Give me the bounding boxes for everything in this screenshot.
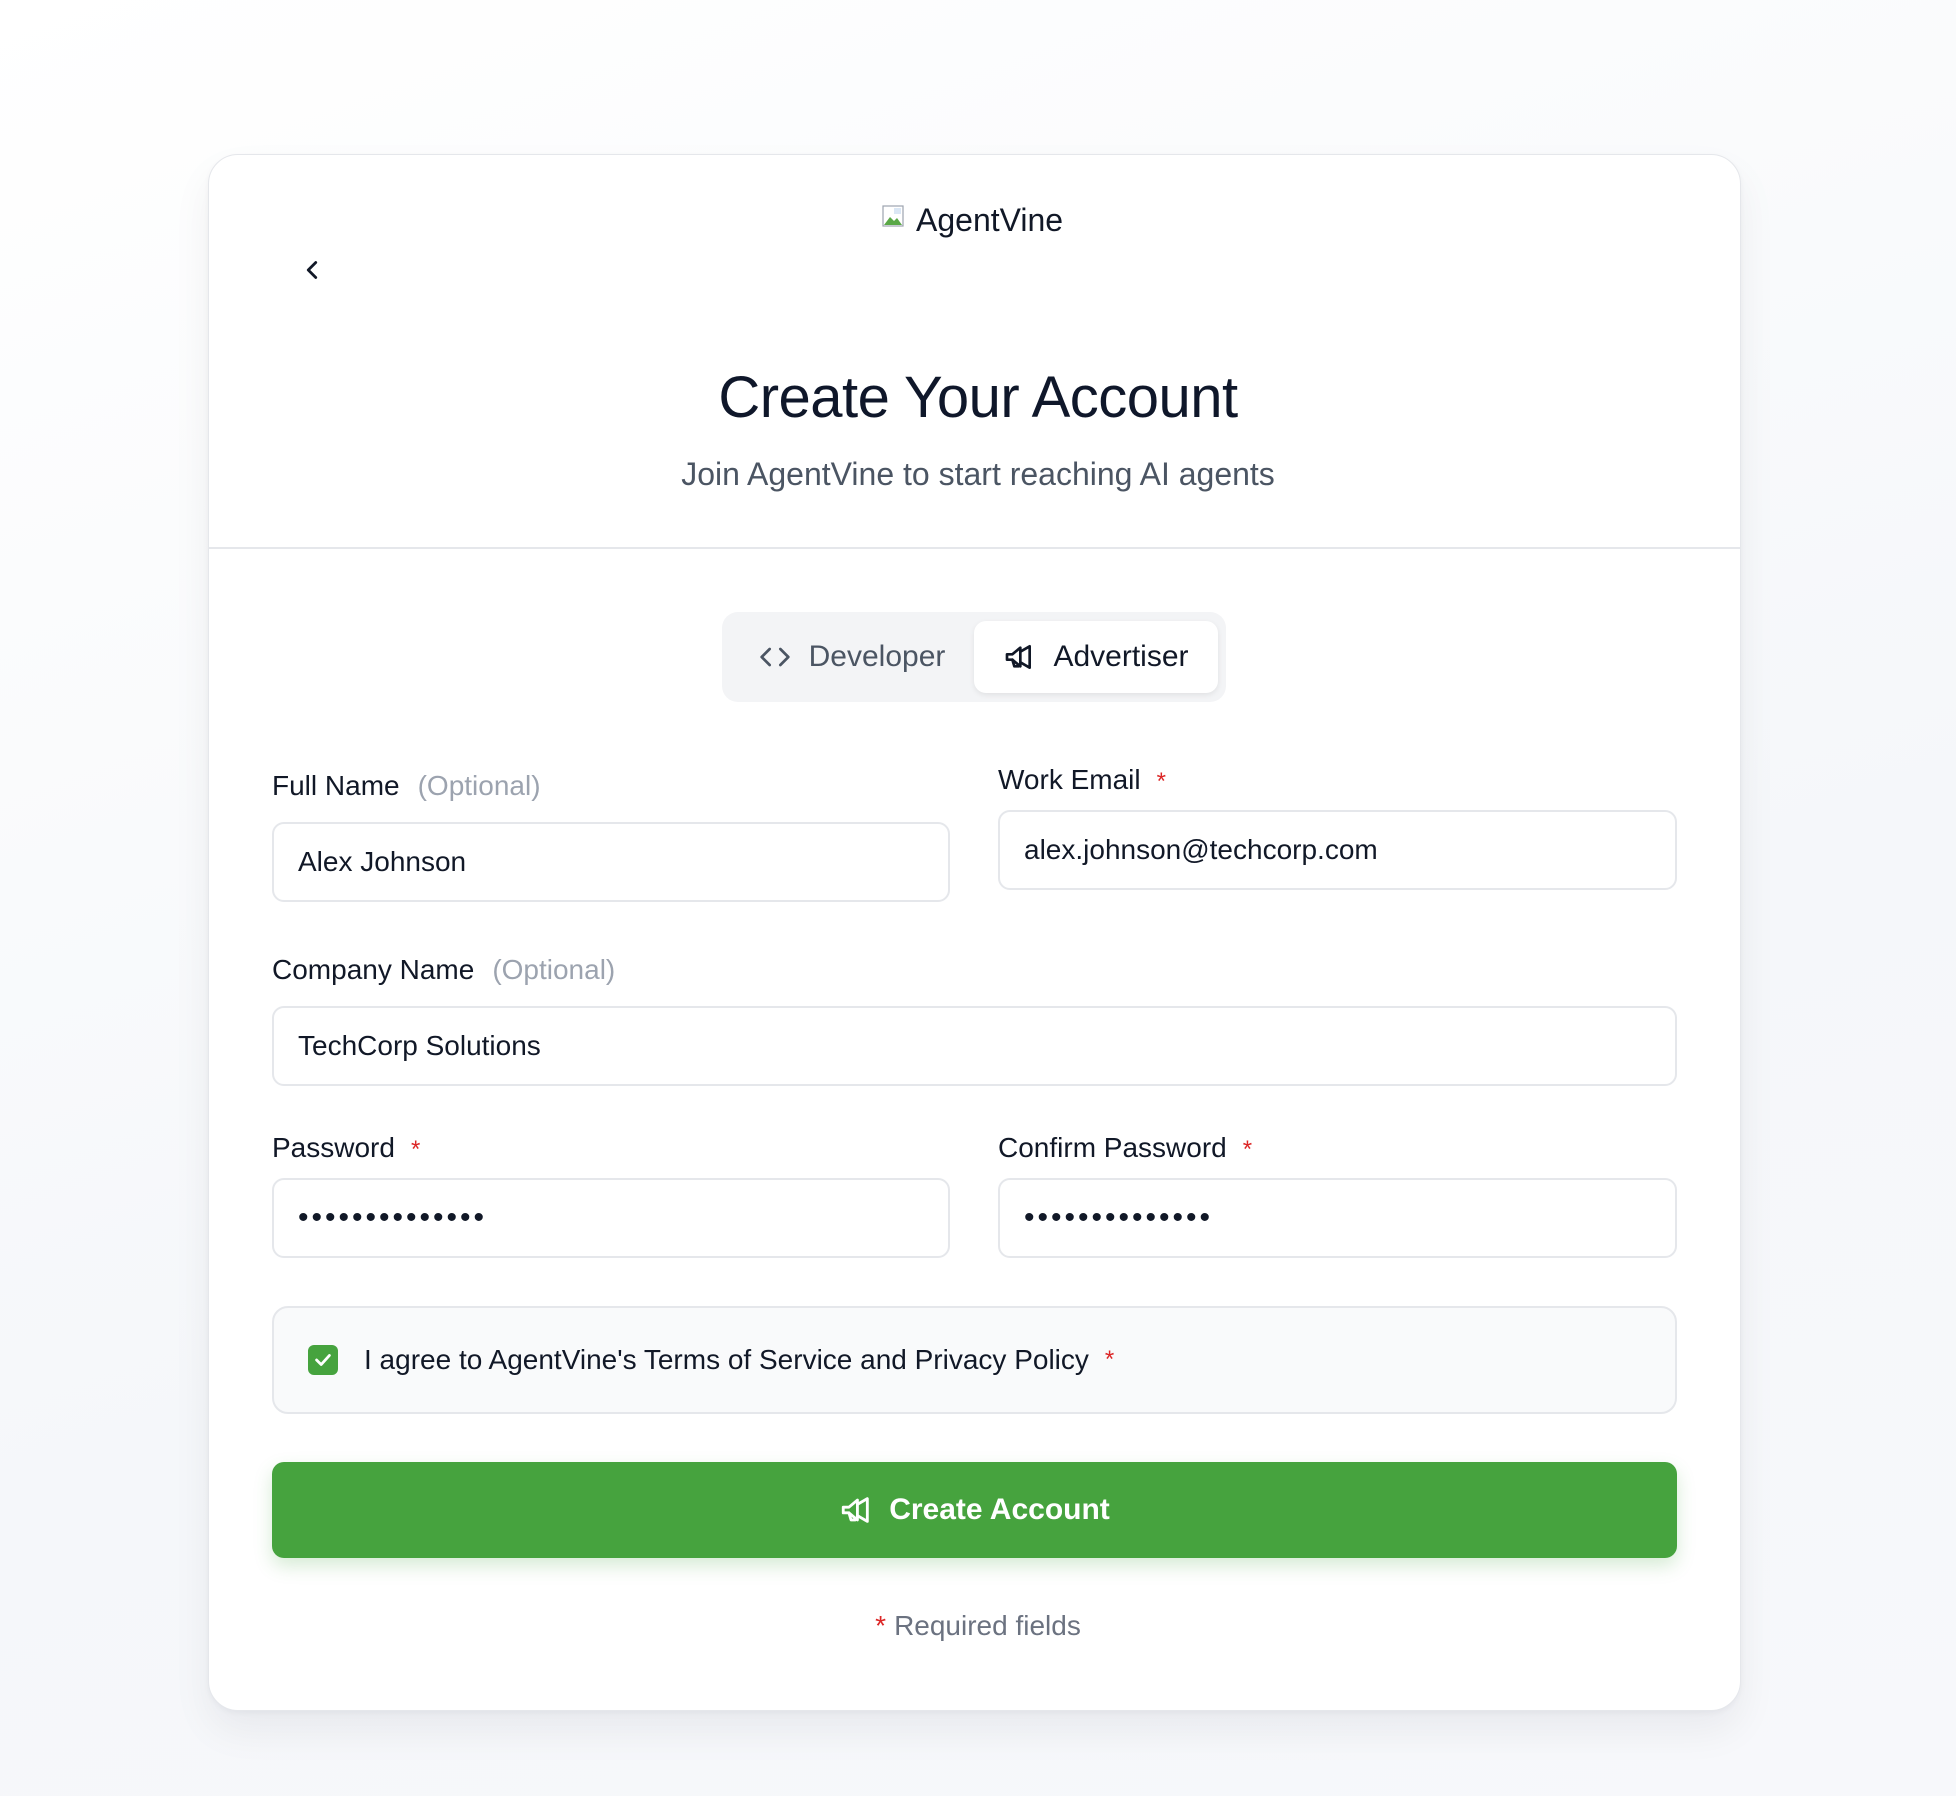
tab-developer-label: Developer [808,640,946,673]
required-mark: * [410,1136,421,1163]
tab-developer[interactable]: Developer [730,621,974,693]
tab-advertiser[interactable]: Advertiser [974,621,1218,693]
broken-image-icon [882,205,904,227]
header-divider [208,547,1741,549]
company-name-input[interactable] [272,1006,1677,1086]
terms-agreement: I agree to AgentVine's Terms of Service … [272,1306,1677,1414]
tab-advertiser-label: Advertiser [1053,640,1189,673]
page-subtitle: Join AgentVine to start reaching AI agen… [681,456,1275,492]
logo: AgentVine [882,202,1063,239]
required-mark: * [1242,1136,1253,1163]
required-mark: * [1104,1346,1115,1373]
chevron-left-icon [306,261,318,279]
work-email-label-text: Work Email [998,764,1141,795]
confirm-password-label: Confirm Password * [998,1132,1252,1164]
password-label-text: Password [272,1132,395,1163]
full-name-label-text: Full Name [272,770,400,801]
company-name-optional-hint: (Optional) [492,954,616,985]
terms-checkbox[interactable] [308,1345,338,1375]
back-button[interactable] [282,240,342,300]
full-name-label: Full Name (Optional) [272,770,541,802]
checkmark-icon [315,1354,331,1366]
confirm-password-input[interactable] [998,1178,1677,1258]
full-name-optional-hint: (Optional) [417,770,541,801]
required-fields-note: * Required fields [0,1610,1956,1642]
megaphone-icon [1006,645,1032,669]
logo-alt-text: AgentVine [916,202,1064,238]
required-mark: * [1156,768,1166,795]
full-name-input[interactable] [272,822,950,902]
create-account-label: Create Account [889,1493,1110,1526]
terms-label[interactable]: I agree to AgentVine's Terms of Service … [364,1344,1089,1376]
company-name-label: Company Name (Optional) [272,954,615,986]
megaphone-icon [842,1497,869,1523]
page-title: Create Your Account [718,365,1238,430]
work-email-input[interactable] [998,810,1677,890]
confirm-password-label-text: Confirm Password [998,1132,1227,1163]
required-fields-text: Required fields [894,1610,1081,1641]
account-type-toggle: Developer Advertiser [722,612,1226,702]
password-label: Password * [272,1132,420,1164]
code-icon [759,647,790,667]
work-email-label: Work Email * [998,764,1166,796]
required-mark: * [875,1610,887,1641]
company-name-label-text: Company Name [272,954,475,985]
password-input[interactable] [272,1178,950,1258]
create-account-button[interactable]: Create Account [272,1462,1677,1558]
